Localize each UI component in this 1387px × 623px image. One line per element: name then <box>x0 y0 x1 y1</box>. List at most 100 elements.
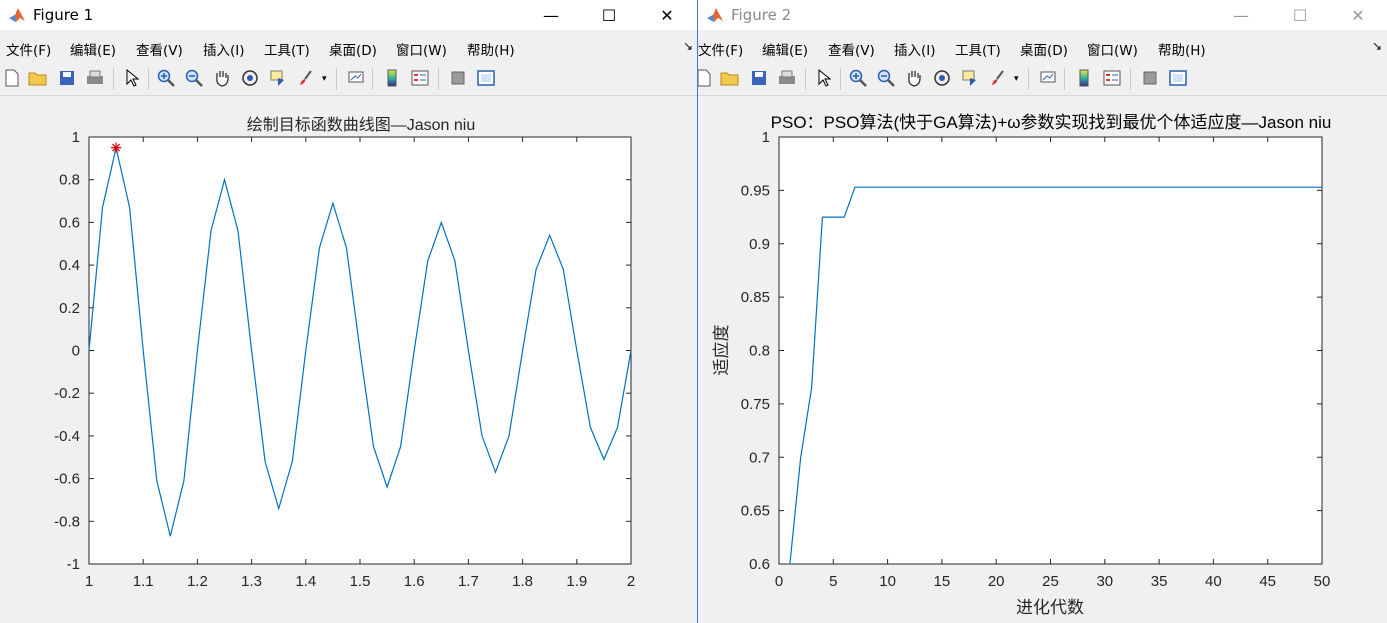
menu-insert[interactable]: 插入(I) <box>203 39 245 59</box>
y-tick-label: -0.6 <box>54 471 80 488</box>
new-figure-button[interactable] <box>2 68 22 88</box>
legend-button[interactable] <box>410 68 430 88</box>
hand-icon <box>216 71 229 87</box>
x-tick-label: 1.7 <box>458 573 479 590</box>
y-tick-label: 0.95 <box>741 182 770 199</box>
save-icon <box>60 71 74 85</box>
figure-toolbar: ▾ <box>0 62 697 96</box>
x-axis-label: 进化代数 <box>1016 598 1084 617</box>
title-bar[interactable]: Figure 2 — ☐ ✕ <box>698 0 1387 30</box>
menu-help[interactable]: 帮助(H) <box>1158 39 1206 59</box>
menu-insert[interactable]: 插入(I) <box>894 39 936 59</box>
link-plot-icon <box>1040 71 1056 83</box>
new-figure-button[interactable] <box>698 68 714 88</box>
zoom-in-button[interactable] <box>156 68 176 88</box>
link-plot-button[interactable] <box>1038 68 1058 88</box>
close-button[interactable]: ✕ <box>644 0 690 30</box>
open-file-button[interactable] <box>28 68 48 88</box>
data-cursor-button[interactable] <box>960 68 980 88</box>
show-tools-icon <box>477 70 495 86</box>
zoom-out-icon <box>185 69 203 87</box>
menu-view[interactable]: 查看(V) <box>828 39 875 59</box>
brush-dropdown-icon[interactable]: ▾ <box>322 74 327 84</box>
rotate-button[interactable] <box>240 68 260 88</box>
link-plot-icon <box>348 71 364 83</box>
x-tick-label: 40 <box>1205 573 1222 590</box>
x-tick-label: 15 <box>934 573 951 590</box>
axes-box[interactable] <box>778 136 1323 565</box>
menu-window[interactable]: 窗口(W) <box>1087 39 1138 59</box>
print-button[interactable] <box>85 68 105 88</box>
close-button[interactable]: ✕ <box>1335 0 1381 30</box>
menu-file[interactable]: 文件(F) <box>6 39 51 59</box>
minimize-button[interactable]: — <box>1218 0 1264 30</box>
toolbar-separator <box>805 68 806 90</box>
pan-button[interactable] <box>904 68 924 88</box>
colorbar-button[interactable] <box>1074 68 1094 88</box>
zoom-in-icon <box>849 69 867 87</box>
link-plot-button[interactable] <box>346 68 366 88</box>
menu-tools[interactable]: 工具(T) <box>264 39 310 59</box>
data-cursor-icon <box>962 70 976 86</box>
toolbar-separator <box>1130 68 1131 90</box>
window-title: Figure 1 <box>33 6 94 24</box>
brush-dropdown-icon[interactable]: ▾ <box>1014 74 1019 84</box>
y-tick-label: 0.8 <box>59 172 80 189</box>
data-cursor-icon <box>270 70 284 86</box>
menu-desktop[interactable]: 桌面(D) <box>1020 39 1068 59</box>
dock-arrow-icon[interactable]: ↘ <box>1372 39 1382 53</box>
x-tick-label: 50 <box>1314 573 1331 590</box>
brush-button[interactable] <box>988 68 1008 88</box>
maximize-button[interactable]: ☐ <box>1277 0 1323 30</box>
pan-button[interactable] <box>212 68 232 88</box>
x-tick-label: 45 <box>1259 573 1276 590</box>
edit-plot-button[interactable] <box>122 68 142 88</box>
y-tick-label: 0 <box>72 343 80 360</box>
y-axis-label: 适应度 <box>712 325 731 376</box>
y-tick-label: 0.9 <box>749 236 770 253</box>
colorbar-button[interactable] <box>382 68 402 88</box>
menu-bar: 文件(F) 编辑(E) 查看(V) 插入(I) 工具(T) 桌面(D) 窗口(W… <box>0 34 697 60</box>
x-tick-label: 1.8 <box>512 573 533 590</box>
hide-plot-tools-button[interactable] <box>1140 68 1160 88</box>
save-button[interactable] <box>57 68 77 88</box>
title-bar[interactable]: Figure 1 — ☐ ✕ <box>0 0 697 30</box>
edit-plot-button[interactable] <box>814 68 834 88</box>
menu-edit[interactable]: 编辑(E) <box>762 39 808 59</box>
rotate-button[interactable] <box>932 68 952 88</box>
zoom-in-button[interactable] <box>848 68 868 88</box>
hide-plot-tools-button[interactable] <box>448 68 468 88</box>
x-tick-label: 1.1 <box>133 573 154 590</box>
menu-desktop[interactable]: 桌面(D) <box>329 39 377 59</box>
x-tick-label: 5 <box>829 573 837 590</box>
y-tick-label: 1 <box>762 129 770 146</box>
x-tick-label: 20 <box>988 573 1005 590</box>
toolbar-separator <box>1028 68 1029 90</box>
maximize-button[interactable]: ☐ <box>586 0 632 30</box>
menu-file[interactable]: 文件(F) <box>698 39 743 59</box>
y-tick-label: 0.6 <box>59 214 80 231</box>
show-plot-tools-button[interactable] <box>476 68 496 88</box>
menu-help[interactable]: 帮助(H) <box>467 39 515 59</box>
legend-button[interactable] <box>1102 68 1122 88</box>
menu-edit[interactable]: 编辑(E) <box>70 39 116 59</box>
y-tick-label: 0.75 <box>741 396 770 413</box>
y-tick-label: -0.4 <box>54 428 80 445</box>
save-button[interactable] <box>749 68 769 88</box>
brush-button[interactable] <box>296 68 316 88</box>
zoom-out-button[interactable] <box>876 68 896 88</box>
menu-view[interactable]: 查看(V) <box>136 39 183 59</box>
print-icon <box>87 70 103 84</box>
minimize-icon: — <box>543 5 559 25</box>
menu-tools[interactable]: 工具(T) <box>955 39 1001 59</box>
open-file-button[interactable] <box>720 68 740 88</box>
data-cursor-button[interactable] <box>268 68 288 88</box>
chart-title: 绘制目标函数曲线图—Jason niu <box>247 116 476 134</box>
print-button[interactable] <box>777 68 797 88</box>
menu-window[interactable]: 窗口(W) <box>396 39 447 59</box>
maximize-icon: ☐ <box>1292 5 1308 25</box>
dock-arrow-icon[interactable]: ↘ <box>683 39 693 53</box>
show-plot-tools-button[interactable] <box>1168 68 1188 88</box>
zoom-out-button[interactable] <box>184 68 204 88</box>
minimize-button[interactable]: — <box>528 0 574 30</box>
